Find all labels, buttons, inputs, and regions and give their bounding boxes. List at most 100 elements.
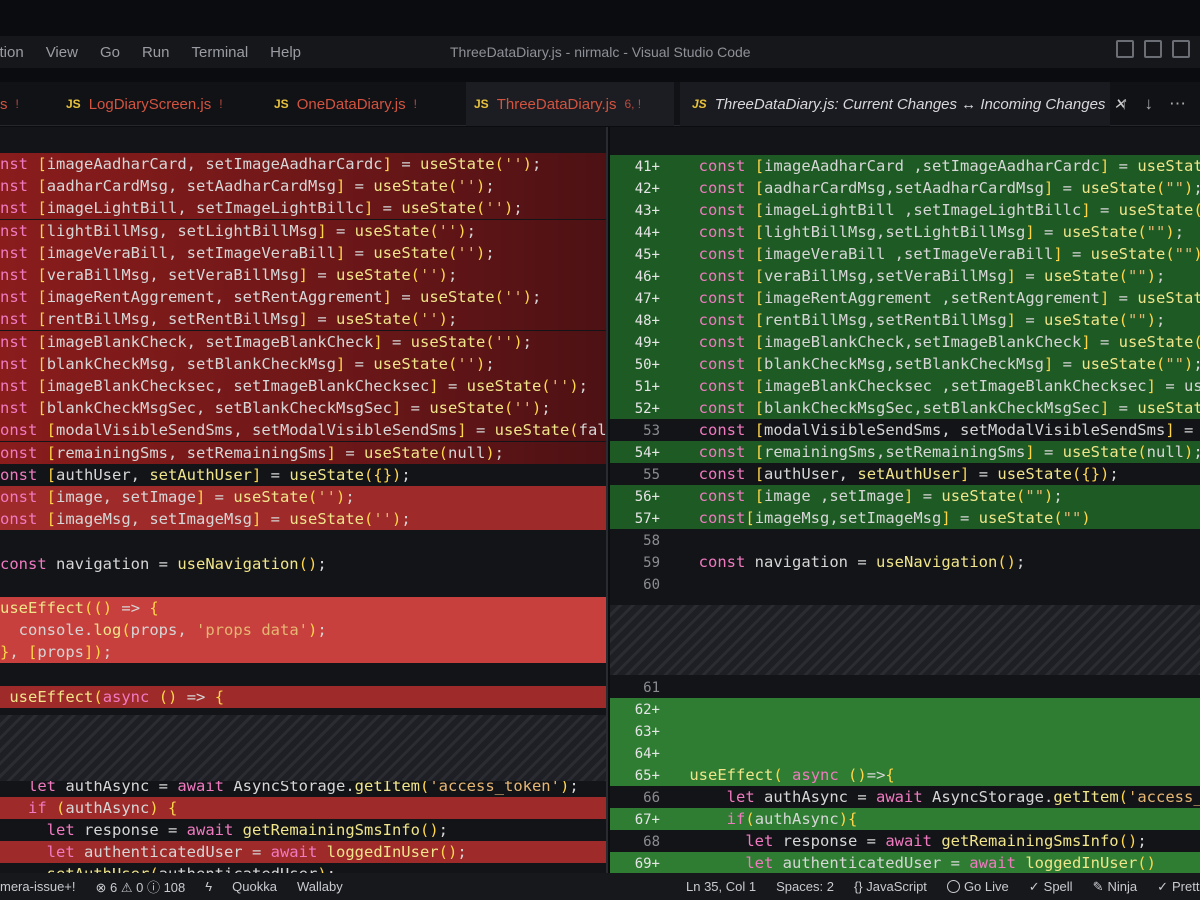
line-number: 49+ [634, 335, 660, 351]
code-text: if (authAsync) { [28, 798, 178, 817]
code-text: const[imageMsg,setImageMsg] = useState("… [698, 509, 1091, 527]
code-text: nst [imageAadharCard, setImageAadharCard… [0, 155, 542, 173]
code-line: 34export default function ThreeDataDiary… [610, 131, 1200, 173]
next-change-icon[interactable]: ↓ [1145, 94, 1154, 114]
tab-onedatadiary[interactable]: JS OneDataDiary.js ! [274, 82, 444, 126]
window-title: ThreeDataDiary.js - nirmalc - Visual Stu… [450, 44, 751, 60]
code-text: const [lightBillMsg,setLightBillMsg] = u… [698, 223, 1185, 241]
code-line: 48+ const [rentBillMsg,setRentBillMsg] =… [610, 309, 1200, 331]
code-text: const [image ,setImage] = useState(""); [698, 487, 1063, 505]
code-line: onst [modalVisibleSendSms, setModalVisib… [0, 419, 607, 442]
double-check-icon: ✓ [1157, 878, 1169, 894]
tab-merge-diff[interactable]: JS ThreeDataDiary.js: Current Changes ↔ … [680, 82, 1126, 126]
code-line: setAuthUser(authenticatedUser); [0, 863, 606, 873]
wallaby-status[interactable]: Wallaby [287, 879, 353, 894]
code-line: let response = await getRemainingSmsInfo… [0, 819, 606, 841]
code-text: onst [modalVisibleSendSms, setModalVisib… [0, 421, 607, 440]
line-number: 48+ [634, 313, 660, 329]
editor-pane-incoming[interactable]: 34export default function ThreeDataDiary… [610, 127, 1200, 873]
cursor-position[interactable]: Ln 35, Col 1 [676, 879, 766, 894]
code-line: let authenticatedUser = await loggedInUs… [0, 841, 606, 864]
menu-help[interactable]: Help [259, 44, 312, 61]
code-line: nst [imageBlankCheck, setImageBlankCheck… [0, 330, 606, 353]
menu-bar: ction View Go Run Terminal Help ThreeDat… [0, 36, 1200, 68]
code-text: let authAsync = await AsyncStorage.getIt… [726, 788, 1200, 806]
indentation[interactable]: Spaces: 2 [766, 879, 844, 894]
menu-run[interactable]: Run [131, 44, 181, 61]
code-text: let response = await getRemainingSmsInfo… [46, 821, 449, 839]
code-text: nst [rentBillMsg, setRentBillMsg] = useS… [0, 310, 458, 329]
code-text: onst [imageMsg, setImageMsg] = useState(… [0, 510, 411, 529]
line-number: 50+ [634, 357, 660, 373]
code-line: useEffect(() => { [0, 597, 606, 619]
code-line: nst [imageVeraBill, setImageVeraBill] = … [0, 241, 606, 264]
lightning-icon: ϟ [205, 879, 213, 894]
menu-view[interactable]: View [35, 44, 89, 61]
line-number: 62+ [634, 702, 660, 718]
line-number: 61 [643, 680, 660, 696]
code-line: 60 [610, 573, 1200, 595]
code-text: let response = await getRemainingSmsInfo… [745, 832, 1147, 850]
previous-change-icon[interactable]: ↑ [1120, 94, 1129, 114]
code-line: 41+ const [imageAadharCard ,setImageAadh… [610, 155, 1200, 177]
toggle-sidebar-icon[interactable] [1116, 40, 1134, 58]
line-number: 58 [643, 533, 660, 549]
tab-label: LogDiaryScreen.js [88, 95, 212, 113]
code-line: 53 const [modalVisibleSendSms, setModalV… [610, 419, 1200, 441]
quokka-status[interactable]: Quokka [222, 879, 287, 894]
prettier-status[interactable]: ✓Prettier [1147, 879, 1200, 895]
code-line: nst [rentBillMsg, setRentBillMsg] = useS… [0, 308, 606, 331]
spell-check[interactable]: ✓ Spell [1019, 879, 1083, 895]
code-text: const [modalVisibleSendSms, setModalVisi… [698, 421, 1194, 439]
code-line: 45+ const [imageVeraBill ,setImageVeraBi… [610, 243, 1200, 265]
code-text: nst [imageLightBill, setImageLightBillc]… [0, 199, 523, 218]
toggle-panel-icon[interactable] [1144, 40, 1162, 58]
code-line: 61 [610, 676, 1200, 698]
tab-modified-marker: 6, ! [624, 97, 642, 111]
status-bar-right: Ln 35, Col 1 Spaces: 2 {} JavaScript Go … [676, 873, 1200, 900]
code-text: nst [lightBillMsg, setLightBillMsg] = us… [0, 221, 477, 240]
ninja-status[interactable]: ✎ Ninja [1083, 879, 1148, 895]
menu-go[interactable]: Go [89, 44, 131, 61]
code-text: onst [remainingSms, setRemainingSms] = u… [0, 443, 504, 462]
line-number: 65+ [634, 768, 660, 784]
code-text: if(authAsync){ [726, 810, 858, 828]
toggle-secondary-sidebar-icon[interactable] [1172, 40, 1190, 58]
code-text: nst [aadharCardMsg, setAadharCardMsg] = … [0, 177, 495, 196]
code-text: nst [imageRentAggrement, setRentAggremen… [0, 288, 542, 307]
editor-pane-current[interactable]: ort default function ThreeDataDiary(prop… [0, 127, 608, 873]
code-line: 66 let authAsync = await AsyncStorage.ge… [610, 786, 1200, 808]
code-line: 52+ const [blankCheckMsgSec,setBlankChec… [610, 397, 1200, 419]
tab-partial[interactable]: s ! [0, 82, 44, 126]
menu-selection[interactable]: ction [0, 44, 35, 61]
menu-terminal[interactable]: Terminal [180, 44, 259, 61]
code-text: onst [authUser, setAuthUser] = useState(… [0, 465, 411, 484]
tab-modified-marker: ! [219, 97, 223, 111]
language-mode[interactable]: {} JavaScript [844, 879, 937, 894]
code-text: nst [blankCheckMsg, setBlankCheckMsg] = … [0, 354, 495, 373]
code-text: const [blankCheckMsg,setBlankCheckMsg] =… [698, 355, 1200, 373]
editor-tab-bar: s ! JS LogDiaryScreen.js ! JS OneDataDia… [0, 82, 1200, 126]
code-line: 69+ let authenticatedUser = await logged… [610, 852, 1200, 873]
broadcast-icon [946, 880, 960, 893]
problems-count[interactable]: ⊗ 6 ⚠ 0 ⓘ 108 [86, 877, 196, 896]
code-line: 59 const navigation = useNavigation(); [610, 551, 1200, 573]
git-branch[interactable]: mera-issue+! [0, 879, 86, 894]
check-icon: ✓ [1028, 878, 1040, 894]
code-text: nst [imageBlankCheck, setImageBlankCheck… [0, 332, 533, 351]
code-line: nst [blankCheckMsgSec, setBlankCheckMsgS… [0, 397, 606, 420]
code-text: const [imageAadharCard ,setImageAadharCa… [698, 157, 1200, 175]
more-actions-icon[interactable]: ⋯ [1169, 94, 1186, 114]
tab-logdiaryscreen[interactable]: JS LogDiaryScreen.js ! [66, 82, 246, 126]
code-line: nst [blankCheckMsg, setBlankCheckMsg] = … [0, 352, 606, 375]
code-text: const navigation = useNavigation(); [698, 553, 1026, 571]
code-line: 63+ [610, 720, 1200, 742]
code-line: nst [aadharCardMsg, setAadharCardMsg] = … [0, 175, 606, 198]
code-text: nst [blankCheckMsgSec, setBlankCheckMsgS… [0, 399, 551, 418]
tab-label: s [0, 95, 8, 113]
line-number: 60 [643, 577, 660, 593]
tab-threedatadiary[interactable]: JS ThreeDataDiary.js 6, ! [466, 82, 674, 126]
go-live-button[interactable]: Go Live [937, 879, 1019, 894]
